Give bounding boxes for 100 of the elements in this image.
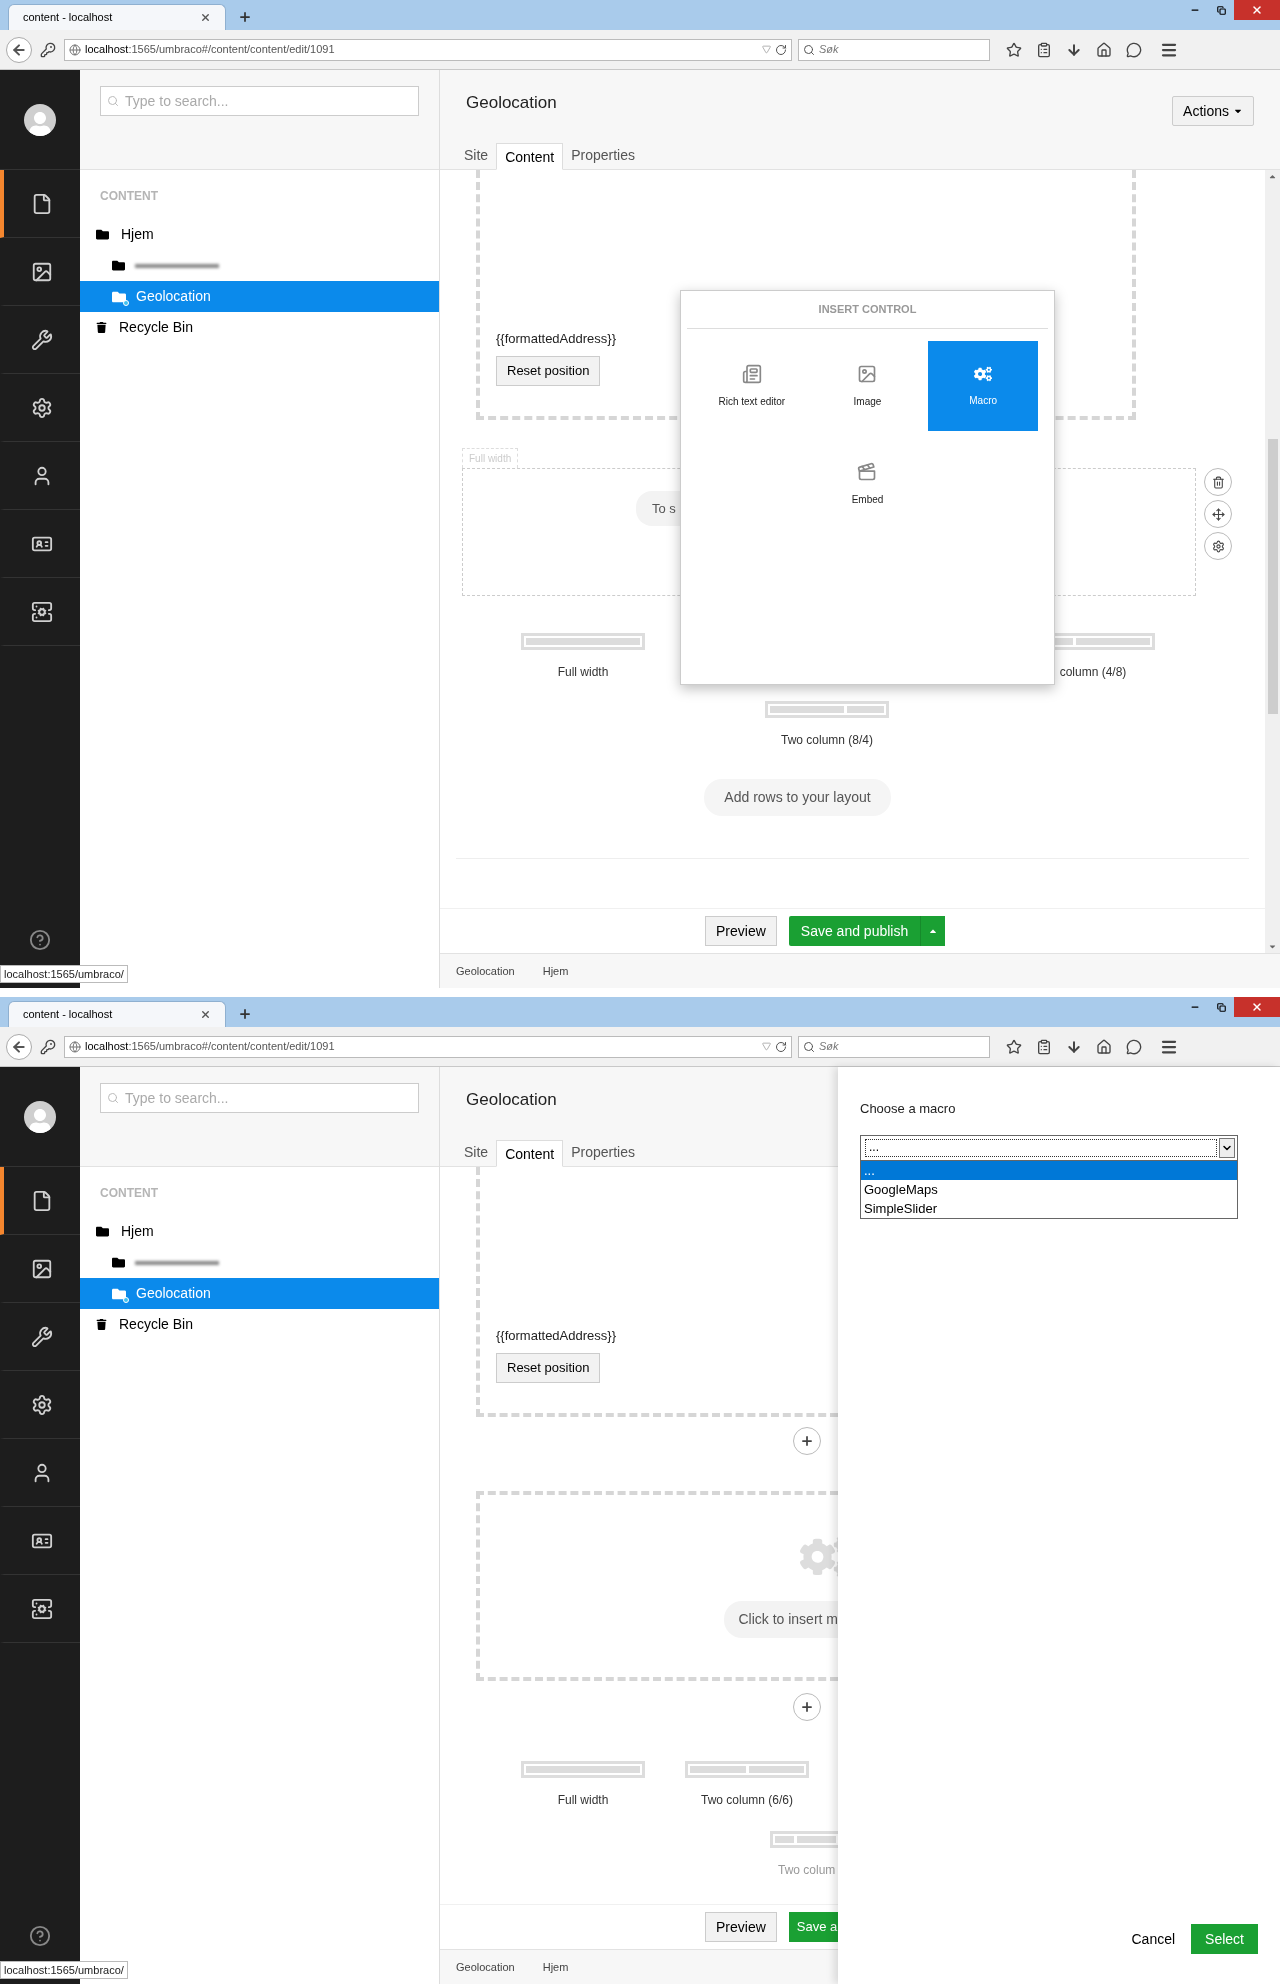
layout-thumbnail[interactable] — [765, 701, 889, 718]
help-icon[interactable] — [29, 929, 51, 951]
breadcrumb-item[interactable]: Hjem — [542, 1958, 569, 1976]
tree-item[interactable]: Hjem — [80, 219, 439, 250]
back-button[interactable] — [6, 1033, 32, 1060]
add-button[interactable] — [793, 1693, 821, 1721]
close-icon — [1251, 1001, 1263, 1013]
save-options-button[interactable] — [920, 916, 946, 946]
url-field[interactable]: localhost:1565/umbraco#/content/content/edit/1091 — [64, 1035, 792, 1058]
layout-label[interactable]: column (4/8) — [1059, 663, 1127, 681]
close-tab-icon[interactable] — [200, 12, 211, 23]
control-icon — [741, 363, 762, 384]
breadcrumb-item[interactable]: Geolocation — [456, 1958, 515, 1976]
bookmark-star-icon[interactable] — [1006, 1038, 1022, 1055]
scroll-up-icon[interactable] — [1268, 172, 1277, 181]
insert-macro-pill[interactable]: Click to insert m — [724, 1601, 838, 1638]
add-button[interactable] — [793, 1427, 821, 1455]
reload-icon[interactable] — [775, 43, 787, 56]
section-icon — [31, 1597, 53, 1620]
url-field[interactable]: localhost:1565/umbraco#/content/content/edit/1091 — [64, 38, 792, 61]
download-icon[interactable] — [1066, 1038, 1082, 1055]
macro-select[interactable]: ... — [860, 1134, 1238, 1161]
dialog-title: Choose a macro — [860, 1100, 957, 1118]
layout-thumbnail[interactable] — [521, 633, 645, 650]
tree-item[interactable]: Recycle Bin — [80, 1309, 439, 1340]
globe-icon — [69, 43, 81, 56]
browser-search-field[interactable]: Søk — [798, 38, 990, 61]
tree-item[interactable]: Recycle Bin — [80, 312, 439, 343]
back-button[interactable] — [6, 36, 32, 63]
new-tab-icon[interactable] — [238, 1007, 252, 1021]
layout-thumbnail[interactable] — [770, 1831, 838, 1848]
address-text: {{formattedAddress}} — [496, 1326, 617, 1345]
section-heading: CONTENT — [99, 1185, 159, 1202]
avatar-icon[interactable] — [24, 103, 56, 136]
home-icon[interactable] — [1096, 41, 1112, 58]
url-text: localhost:1565/umbraco#/content/content/edit/1091 — [85, 42, 335, 58]
add-rows-pill[interactable]: Add rows to your layout — [704, 779, 891, 816]
reload-icon[interactable] — [775, 1040, 787, 1053]
new-tab-icon[interactable] — [238, 10, 252, 24]
close-tab-icon[interactable] — [200, 1009, 211, 1020]
settings-icon — [1211, 539, 1225, 553]
tree-item[interactable]: Hjem — [80, 1216, 439, 1247]
layout-label[interactable]: Full width — [557, 1791, 609, 1809]
tree-item[interactable]: Geolocation — [80, 281, 439, 312]
control-option[interactable]: Rich text editor — [697, 341, 807, 431]
dropdown-option[interactable]: GoogleMaps — [861, 1179, 1237, 1199]
bookmark-star-icon[interactable] — [1006, 41, 1022, 58]
download-icon[interactable] — [1066, 41, 1082, 58]
key-icon[interactable] — [40, 1038, 56, 1055]
preview-button[interactable]: Preview — [705, 1912, 777, 1942]
clipboard-icon[interactable] — [1036, 1038, 1052, 1055]
address-text: {{formattedAddress}} — [496, 329, 617, 348]
reset-position-button[interactable]: Reset position — [496, 356, 601, 386]
chat-icon[interactable] — [1126, 1038, 1142, 1055]
layout-label[interactable]: Two column (8/4) — [780, 731, 873, 749]
browser-search-field[interactable]: Søk — [798, 1035, 990, 1058]
editor-tab[interactable]: Content — [496, 143, 564, 170]
help-icon[interactable] — [29, 1925, 51, 1947]
editor-tab[interactable]: Site — [456, 1139, 497, 1166]
scroll-down-icon[interactable] — [1268, 942, 1277, 951]
layout-thumbnail[interactable] — [521, 1761, 645, 1778]
avatar-icon[interactable] — [24, 1100, 56, 1133]
control-option[interactable]: Image — [812, 341, 923, 431]
tree-item[interactable]: Geolocation — [80, 1278, 439, 1309]
folder-icon — [96, 1225, 109, 1238]
status-url: localhost:1565/umbraco/ — [0, 965, 128, 983]
home-icon[interactable] — [1096, 1038, 1112, 1055]
search-icon — [803, 43, 815, 56]
control-option[interactable]: Macro — [928, 341, 1038, 431]
section-tab[interactable] — [0, 1167, 80, 1235]
control-icon — [857, 461, 878, 482]
search-icon — [107, 1092, 119, 1104]
chat-icon[interactable] — [1126, 41, 1142, 58]
breadcrumb-item[interactable]: Geolocation — [456, 962, 515, 980]
layout-thumbnail[interactable] — [685, 1761, 809, 1778]
browser-tab[interactable]: content - localhost — [8, 1001, 226, 1027]
tab-title: content - localhost — [23, 1007, 113, 1023]
person-icon — [28, 1108, 52, 1133]
reset-position-button[interactable]: Reset position — [496, 1353, 601, 1383]
section-tab[interactable] — [0, 170, 80, 238]
browser-tab[interactable]: content - localhost — [8, 4, 226, 30]
scrollbar[interactable] — [1265, 170, 1280, 953]
actions-button[interactable]: Actions — [1172, 96, 1254, 126]
clipboard-icon[interactable] — [1036, 41, 1052, 58]
scroll-thumb[interactable] — [1267, 439, 1278, 714]
breadcrumb-item[interactable]: Hjem — [542, 962, 569, 980]
key-icon[interactable] — [40, 41, 56, 58]
editor-tab[interactable]: Site — [456, 142, 497, 169]
section-icon — [31, 260, 53, 283]
control-option[interactable]: Embed — [812, 439, 923, 529]
preview-button[interactable]: Preview — [705, 916, 777, 946]
layout-label[interactable]: Two column (6/6) — [700, 1791, 793, 1809]
layout-label[interactable]: Full width — [557, 663, 609, 681]
insert-pill[interactable]: To s — [636, 491, 681, 526]
section-icon — [31, 1257, 53, 1280]
editor-tab[interactable]: Content — [496, 1140, 564, 1167]
editor-tab[interactable]: Properties — [563, 142, 643, 169]
editor-tab[interactable]: Properties — [563, 1139, 643, 1166]
dropdown-option[interactable]: SimpleSlider — [861, 1198, 1237, 1218]
cancel-button[interactable]: Cancel — [1131, 1928, 1176, 1950]
